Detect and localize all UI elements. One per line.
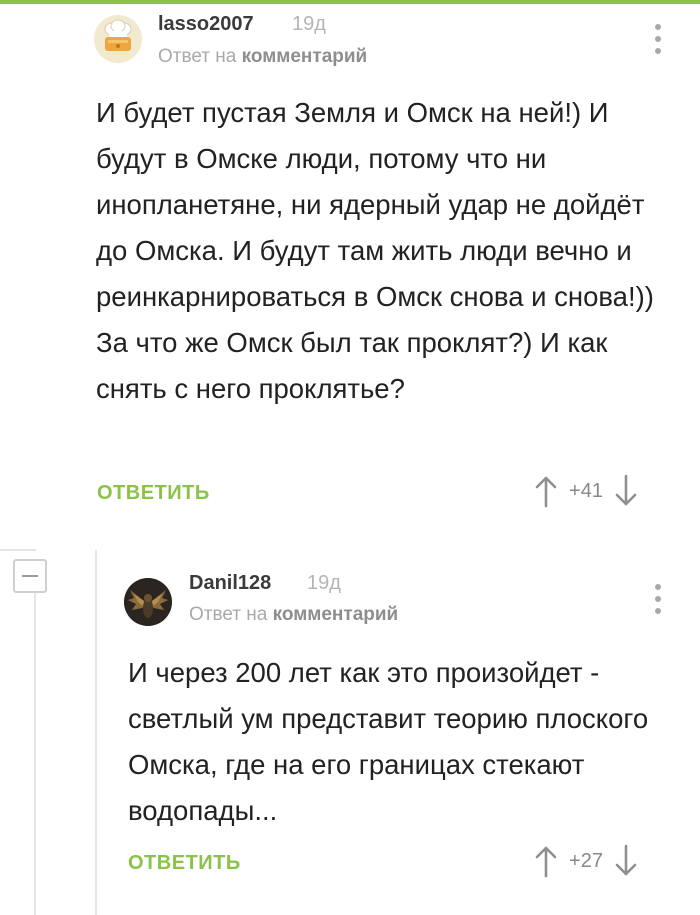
comment-time: 19д	[292, 13, 326, 35]
arrow-up-icon[interactable]	[532, 844, 560, 878]
vote-controls: +27	[532, 844, 640, 878]
kebab-dot	[655, 596, 661, 602]
winged-creature-avatar-icon	[124, 578, 172, 626]
kebab-dot	[655, 48, 661, 54]
thread-connector-line	[0, 549, 36, 551]
chef-hat-avatar-icon	[94, 15, 142, 63]
reply-to-prefix: Ответ на	[158, 46, 237, 67]
minus-icon	[22, 575, 38, 577]
reply-to-label: Ответ на комментарий	[189, 604, 398, 626]
comment-text: И будет пустая Земля и Омск на ней!) И б…	[96, 97, 654, 404]
kebab-dot	[655, 584, 661, 590]
comment-time: 19д	[307, 572, 341, 594]
avatar[interactable]	[124, 578, 172, 626]
reply-button[interactable]: ОТВЕТИТЬ	[128, 852, 241, 875]
arrow-down-icon[interactable]	[612, 844, 640, 878]
kebab-dot	[655, 36, 661, 42]
reply-to-link[interactable]: комментарий	[242, 46, 368, 67]
avatar[interactable]	[94, 15, 142, 63]
reply-to-label: Ответ на комментарий	[158, 46, 367, 68]
top-accent-bar	[0, 0, 700, 4]
kebab-menu-icon[interactable]	[652, 24, 664, 54]
reply-button[interactable]: ОТВЕТИТЬ	[97, 482, 210, 505]
author-name[interactable]: Danil128	[189, 572, 271, 595]
reply-to-prefix: Ответ на	[189, 604, 268, 625]
kebab-menu-icon[interactable]	[652, 584, 664, 614]
thread-guide-line	[34, 580, 36, 915]
author-name[interactable]: lasso2007	[158, 13, 254, 36]
vote-score: +27	[569, 849, 603, 872]
collapse-thread-button[interactable]	[13, 559, 47, 593]
vote-controls: +41	[532, 474, 640, 508]
arrow-up-icon[interactable]	[532, 474, 560, 508]
arrow-down-icon[interactable]	[612, 474, 640, 508]
kebab-dot	[655, 608, 661, 614]
vote-score: +41	[569, 479, 603, 502]
comment-text: И через 200 лет как это произойдет - све…	[128, 657, 649, 826]
reply-guide-line	[95, 550, 97, 915]
kebab-dot	[655, 24, 661, 30]
reply-to-link[interactable]: комментарий	[273, 604, 399, 625]
